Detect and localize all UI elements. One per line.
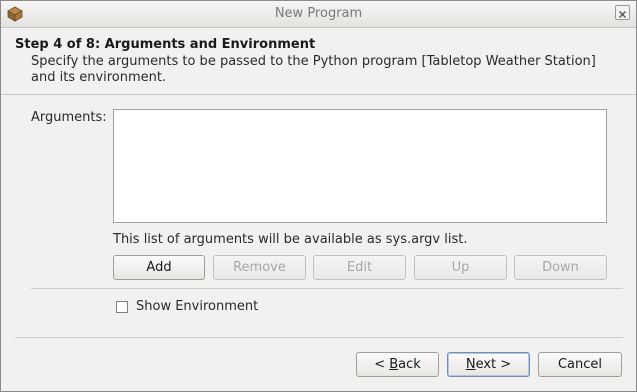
next-button[interactable]: Next >	[447, 352, 530, 377]
step-description-line1: Specify the arguments to be passed to th…	[31, 54, 596, 69]
step-description-line2: and its environment.	[31, 70, 167, 85]
separator	[31, 288, 623, 289]
back-mnemonic: B	[389, 357, 399, 372]
next-rest: ext >	[475, 357, 512, 372]
back-prefix: <	[374, 357, 390, 372]
add-button[interactable]: Add	[113, 255, 205, 280]
step-description: Specify the arguments to be passed to th…	[31, 54, 611, 86]
edit-button[interactable]: Edit	[313, 255, 406, 280]
step-header: Step 4 of 8: Arguments and Environment S…	[1, 28, 636, 95]
up-button[interactable]: Up	[414, 255, 507, 280]
show-environment-label[interactable]: Show Environment	[136, 299, 258, 314]
cancel-button[interactable]: Cancel	[538, 352, 622, 377]
show-environment-checkbox[interactable]	[116, 301, 128, 313]
remove-button[interactable]: Remove	[213, 255, 306, 280]
down-button[interactable]: Down	[514, 255, 607, 280]
footer-separator	[15, 337, 623, 338]
step-title: Step 4 of 8: Arguments and Environment	[15, 37, 316, 52]
window-title: New Program	[274, 6, 363, 21]
title-bar[interactable]: New Program	[1, 1, 636, 28]
back-button[interactable]: < Back	[356, 352, 439, 377]
new-program-dialog: New Program Step 4 of 8: Arguments and E…	[0, 0, 637, 392]
arguments-label: Arguments:	[31, 110, 107, 125]
arguments-note: This list of arguments will be available…	[113, 232, 468, 247]
back-rest: ack	[398, 357, 421, 372]
next-mnemonic: N	[465, 357, 476, 372]
arguments-list[interactable]	[113, 109, 607, 223]
close-icon	[619, 11, 626, 18]
close-button[interactable]	[615, 5, 630, 20]
